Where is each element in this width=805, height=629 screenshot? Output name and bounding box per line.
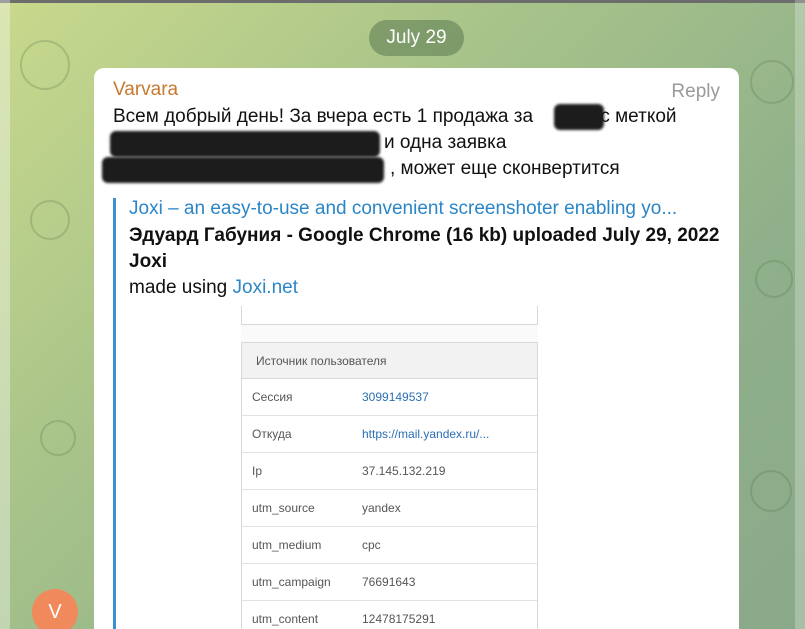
sender-avatar[interactable]: V — [32, 589, 78, 629]
link-preview-title[interactable]: Joxi – an easy-to-use and convenient scr… — [129, 198, 677, 220]
date-separator: July 29 — [369, 20, 464, 56]
table-row: Ip 37.145.132.219 — [242, 453, 537, 490]
row-key: utm_campaign — [252, 575, 331, 589]
preview-screenshot-image[interactable]: Источник пользователя Сессия 3099149537 … — [241, 306, 538, 629]
row-value: 37.145.132.219 — [362, 464, 446, 478]
message-line-3: , может еще сконвертится — [390, 158, 620, 180]
message-text: Всем добрый день! За вчера есть 1 продаж… — [113, 106, 539, 127]
row-value: https://mail.yandex.ru/... — [362, 427, 490, 441]
link-preview-site-name: Joxi — [129, 251, 168, 272]
row-key: utm_content — [252, 612, 319, 626]
row-key: Сессия — [252, 390, 293, 404]
table-row: utm_source yandex — [242, 490, 537, 527]
wallpaper-doodle — [30, 200, 70, 240]
redacted-block — [102, 157, 384, 183]
wallpaper-doodle — [750, 470, 792, 512]
row-key: utm_source — [252, 501, 315, 515]
row-value: 3099149537 — [362, 390, 429, 404]
table-row: utm_campaign 76691643 — [242, 564, 537, 601]
table-row: utm_content 12478175291 — [242, 601, 537, 629]
row-key: Ip — [252, 464, 263, 478]
row-value: cpc — [362, 538, 381, 552]
message-bubble[interactable]: Varvara Reply Всем добрый день! За вчера… — [94, 68, 739, 629]
row-key: utm_medium — [252, 538, 322, 552]
wallpaper-doodle — [20, 40, 70, 90]
link-preview-made-using: made using Joxi.net — [129, 277, 298, 299]
redacted-block — [554, 104, 604, 130]
joxi-link[interactable]: Joxi.net — [233, 277, 298, 298]
message-text: и одна заявка — [384, 132, 507, 153]
table-row: utm_medium cpc — [242, 527, 537, 564]
wallpaper-doodle — [750, 60, 794, 104]
table-row: Откуда https://mail.yandex.ru/... — [242, 416, 537, 453]
row-key: Откуда — [252, 427, 292, 441]
chat-left-margin — [0, 0, 10, 629]
link-preview[interactable]: Joxi – an easy-to-use and convenient scr… — [113, 198, 720, 629]
chat-right-margin — [795, 0, 805, 629]
screenshot-top-panel — [241, 306, 538, 325]
screenshot-table: Источник пользователя Сессия 3099149537 … — [241, 342, 538, 629]
made-using-text: made using — [129, 277, 233, 298]
row-value: 12478175291 — [362, 612, 436, 626]
link-preview-description: Эдуард Габуния - Google Chrome (16 kb) u… — [129, 225, 720, 246]
table-row: Сессия 3099149537 — [242, 379, 537, 416]
redacted-block — [110, 131, 380, 157]
wallpaper-doodle — [755, 260, 793, 298]
message-line-2: и одна заявка — [384, 132, 506, 154]
message-text: , может еще сконвертится — [390, 158, 620, 179]
row-value: yandex — [362, 501, 401, 515]
row-value: 76691643 — [362, 575, 416, 589]
wallpaper-doodle — [40, 420, 76, 456]
sender-name[interactable]: Varvara — [113, 79, 178, 101]
reply-button[interactable]: Reply — [671, 81, 720, 103]
window-top-strip — [0, 0, 805, 3]
message-text: с меткой — [600, 106, 677, 127]
screenshot-table-header: Источник пользователя — [242, 343, 537, 379]
